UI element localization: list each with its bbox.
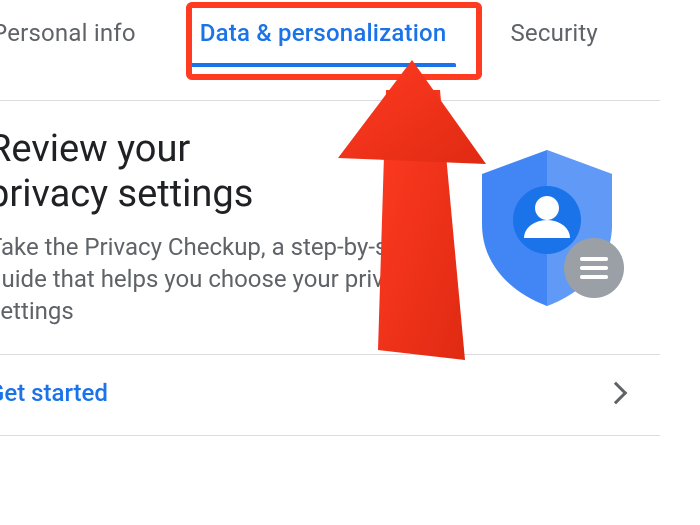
- tab-personal-info[interactable]: Personal info: [0, 0, 168, 66]
- list-badge-icon: [564, 238, 624, 298]
- tab-bar: Personal info Data & personalization Sec…: [0, 0, 660, 66]
- tab-label: Personal info: [0, 19, 136, 47]
- privacy-illustration: [462, 142, 632, 312]
- tab-active-underline: [190, 63, 457, 67]
- tab-data-personalization[interactable]: Data & personalization: [168, 0, 479, 66]
- card-description: Take the Privacy Checkup, a step-by-step…: [0, 231, 428, 328]
- shield-icon: [462, 142, 632, 312]
- page-root: Personal info Data & personalization Sec…: [0, 0, 660, 525]
- privacy-checkup-card: Review your privacy settings Take the Pr…: [0, 100, 660, 435]
- tab-security[interactable]: Security: [478, 0, 630, 66]
- tab-label: Security: [510, 19, 598, 47]
- tab-label: Data & personalization: [200, 19, 447, 47]
- get-started-link[interactable]: Get started: [0, 379, 108, 407]
- chevron-right-icon: [605, 382, 628, 405]
- divider-bottom: [0, 435, 660, 436]
- card-body: Review your privacy settings Take the Pr…: [0, 101, 660, 354]
- card-text: Review your privacy settings Take the Pr…: [0, 127, 438, 328]
- card-title-line2: privacy settings: [0, 172, 253, 216]
- card-title: Review your privacy settings: [0, 127, 438, 217]
- card-title-line1: Review your: [0, 127, 190, 171]
- get-started-row[interactable]: Get started: [0, 355, 660, 435]
